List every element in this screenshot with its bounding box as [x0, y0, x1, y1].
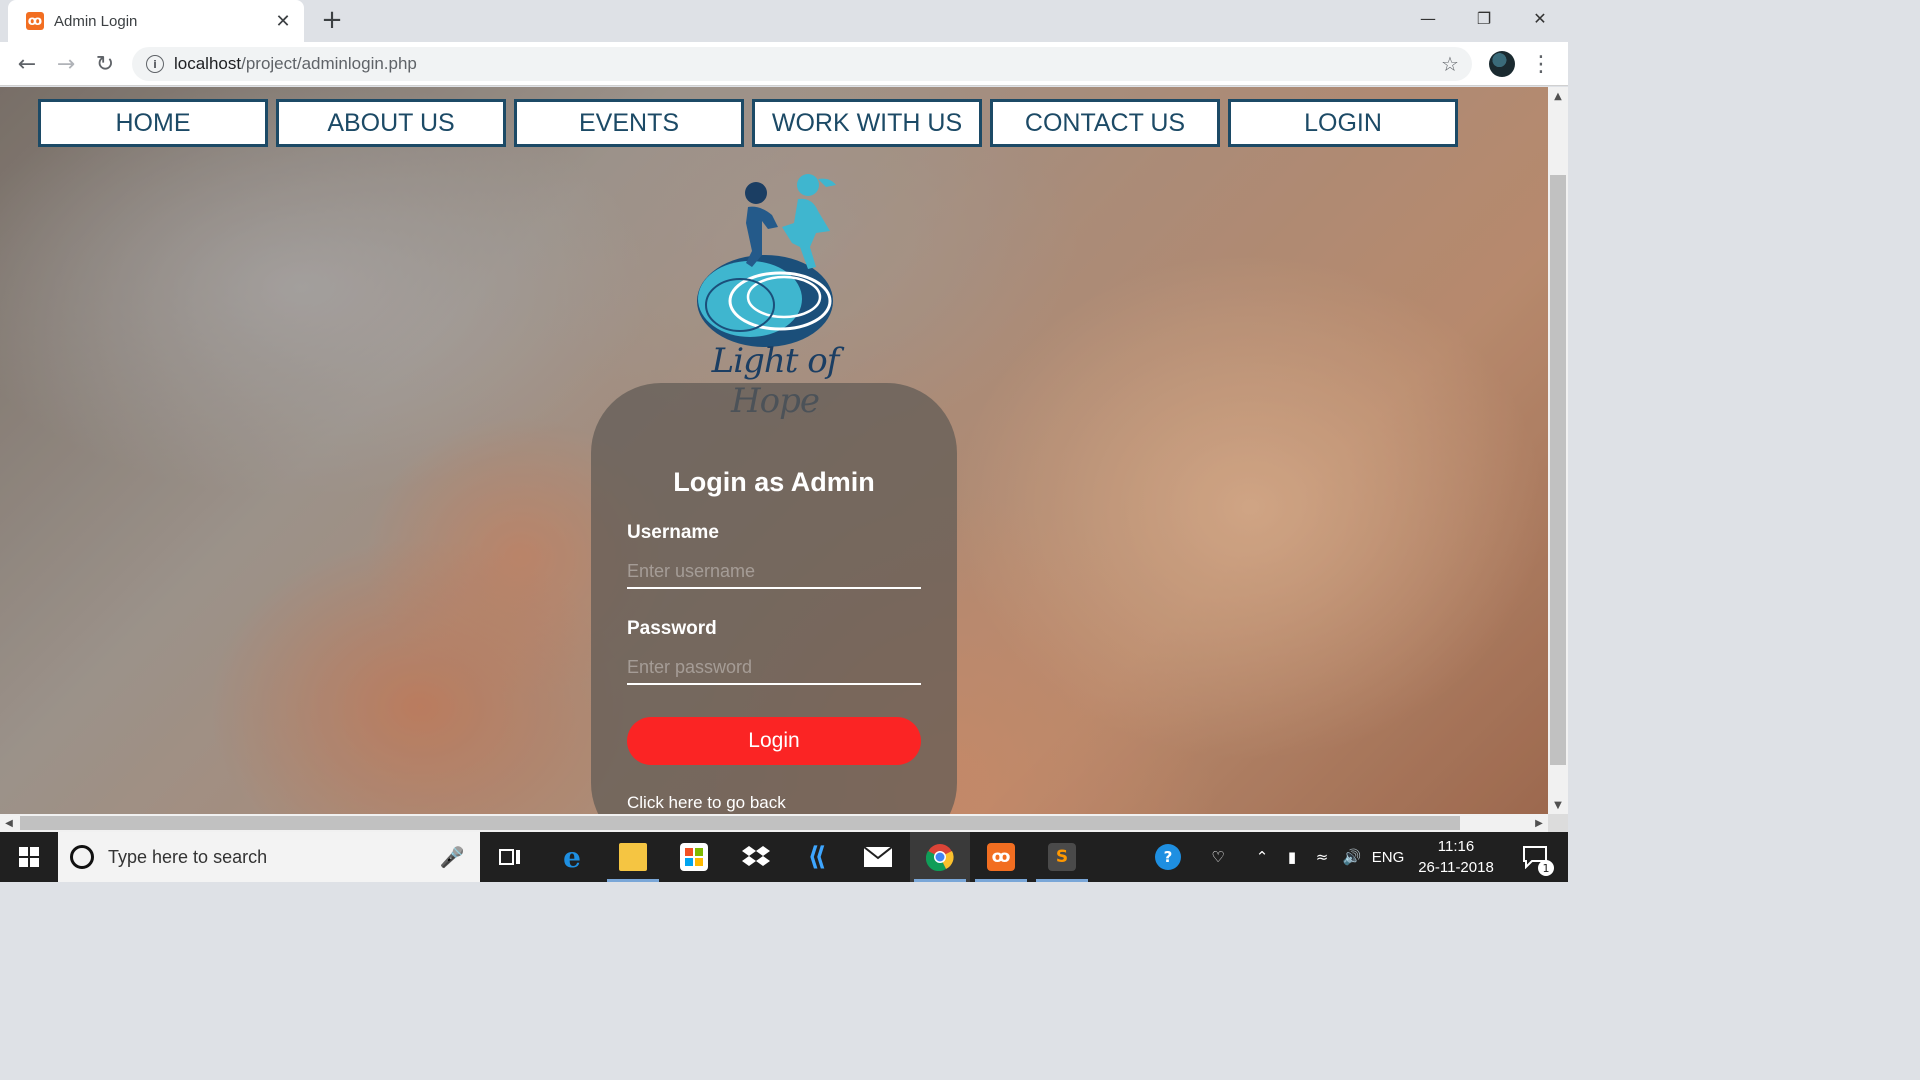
vertical-scrollbar[interactable]: ▲ ▼ — [1548, 87, 1568, 814]
username-input[interactable] — [627, 555, 921, 589]
taskbar-chrome[interactable] — [910, 832, 970, 882]
tab-title: Admin Login — [54, 12, 138, 30]
login-title: Login as Admin — [673, 467, 875, 497]
url-text[interactable]: localhost/project/adminlogin.php — [174, 54, 1438, 74]
address-bar[interactable]: i localhost/project/adminlogin.php ☆ — [132, 47, 1472, 81]
main-nav: HOME ABOUT US EVENTS WORK WITH US CONTAC… — [38, 99, 1458, 147]
taskbar-dropbox[interactable] — [726, 832, 786, 882]
nav-login[interactable]: LOGIN — [1228, 99, 1458, 147]
profile-avatar[interactable] — [1489, 51, 1515, 77]
forward-button[interactable]: → — [51, 49, 81, 79]
action-center-button[interactable]: 1 — [1510, 832, 1560, 882]
chrome-menu-icon[interactable]: ⋮ — [1530, 50, 1552, 78]
language-indicator[interactable]: ENG — [1368, 832, 1408, 882]
restore-window-button[interactable]: ❐ — [1456, 0, 1512, 36]
nav-events[interactable]: EVENTS — [514, 99, 744, 147]
store-icon — [680, 843, 708, 871]
scroll-left-arrow-icon[interactable]: ◀ — [0, 814, 18, 832]
taskbar-file-explorer[interactable] — [603, 832, 663, 882]
people-icon[interactable]: ♡ — [1198, 832, 1238, 882]
taskbar-search-box[interactable]: Type here to search 🎤 — [58, 832, 480, 882]
close-window-button[interactable]: ✕ — [1512, 0, 1568, 36]
file-explorer-icon — [619, 843, 647, 871]
taskbar-sublime-text[interactable]: S — [1032, 832, 1092, 882]
xampp-favicon-icon: ꝏ — [26, 12, 44, 30]
volume-icon[interactable]: 🔊 — [1338, 832, 1366, 882]
xampp-icon: ꝏ — [987, 843, 1015, 871]
mail-icon — [863, 846, 893, 867]
reload-button[interactable]: ↻ — [90, 49, 120, 79]
help-tray-icon[interactable]: ? — [1148, 832, 1188, 882]
nav-contact-us[interactable]: CONTACT US — [990, 99, 1220, 147]
microphone-icon[interactable]: 🎤 — [440, 844, 465, 870]
dropbox-icon — [742, 846, 770, 866]
login-button[interactable]: Login — [627, 717, 921, 765]
scroll-down-arrow-icon[interactable]: ▼ — [1548, 796, 1568, 814]
windows-logo-icon — [19, 847, 39, 867]
minimize-window-button[interactable]: — — [1400, 0, 1456, 36]
taskbar-visual-studio[interactable]: ⟪ — [787, 832, 847, 882]
taskbar-store[interactable] — [664, 832, 724, 882]
scroll-right-arrow-icon[interactable]: ▶ — [1530, 814, 1548, 832]
logo-emblem-icon — [697, 174, 836, 347]
login-card: Login as Admin Username Password Login C… — [591, 383, 957, 814]
visual-studio-icon: ⟪ — [807, 842, 827, 872]
show-hidden-icons-chevron-icon[interactable]: ⌃ — [1248, 832, 1276, 882]
battery-icon[interactable]: ▮ — [1278, 832, 1306, 882]
clock-time: 11:16 — [1437, 838, 1475, 855]
taskbar-edge[interactable]: e — [542, 832, 602, 882]
vertical-scroll-thumb[interactable] — [1550, 175, 1566, 765]
task-view-button[interactable] — [480, 832, 540, 882]
wifi-icon[interactable]: ≈ — [1308, 832, 1336, 882]
back-button[interactable]: ← — [12, 49, 42, 79]
scroll-up-arrow-icon[interactable]: ▲ — [1548, 87, 1568, 105]
username-label: Username — [627, 522, 719, 543]
nav-about-us[interactable]: ABOUT US — [276, 99, 506, 147]
cortana-icon[interactable] — [70, 845, 94, 869]
taskbar-clock[interactable]: 11:16 26-11-2018 — [1410, 836, 1502, 878]
bookmark-star-icon[interactable]: ☆ — [1438, 52, 1462, 76]
notification-count-badge: 1 — [1538, 860, 1554, 876]
browser-tab-strip: ꝏ Admin Login ✕ + — ❐ ✕ — [0, 0, 1568, 42]
taskbar-xampp[interactable]: ꝏ — [971, 832, 1031, 882]
windows-taskbar: Type here to search 🎤 e ⟪ ꝏ S ? ♡ ⌃ ▮ ≈ … — [0, 832, 1568, 882]
light-of-hope-logo: Light of Hope — [680, 171, 870, 421]
horizontal-scroll-thumb[interactable] — [20, 816, 1460, 830]
taskbar-mail[interactable] — [848, 832, 908, 882]
close-tab-icon[interactable]: ✕ — [272, 10, 294, 32]
start-button[interactable] — [0, 832, 58, 882]
scrollbar-corner — [1548, 814, 1568, 832]
new-tab-button[interactable]: + — [318, 5, 346, 35]
nav-work-with-us[interactable]: WORK WITH US — [752, 99, 982, 147]
clock-date: 26-11-2018 — [1418, 859, 1494, 876]
site-info-icon[interactable]: i — [146, 55, 164, 73]
browser-tab[interactable]: ꝏ Admin Login ✕ — [8, 0, 304, 42]
password-input[interactable] — [627, 651, 921, 685]
browser-toolbar: ← → ↻ i localhost/project/adminlogin.php… — [0, 42, 1568, 86]
nav-home[interactable]: HOME — [38, 99, 268, 147]
edge-icon: e — [563, 840, 581, 874]
chrome-icon — [926, 844, 954, 871]
task-view-icon — [499, 849, 520, 865]
page-viewport: HOME ABOUT US EVENTS WORK WITH US CONTAC… — [0, 87, 1548, 814]
horizontal-scrollbar[interactable]: ◀ ▶ — [0, 814, 1548, 832]
password-label: Password — [627, 618, 717, 639]
sublime-text-icon: S — [1048, 843, 1076, 871]
go-back-link[interactable]: Click here to go back — [627, 793, 786, 813]
search-placeholder[interactable]: Type here to search — [108, 847, 442, 868]
